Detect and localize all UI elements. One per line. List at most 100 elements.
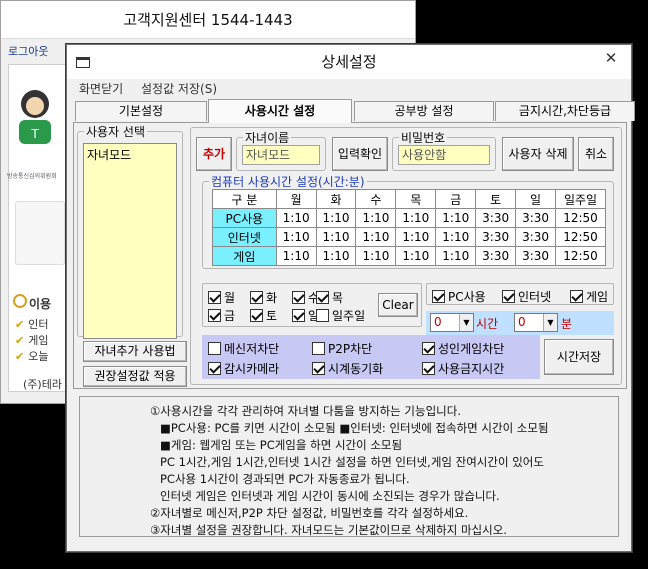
table-cell[interactable]: 12:50 [555,208,606,228]
checkbox[interactable] [432,290,445,303]
table-cell[interactable]: 3:30 [515,208,557,228]
day-checkbox-tue[interactable]: 화 [250,289,277,306]
tab-usage-time[interactable]: 사용시간 설정 [208,99,352,123]
checkbox[interactable] [316,291,329,304]
checkbox[interactable] [570,290,583,303]
category-checkbox-pc[interactable]: PC사용 [432,288,486,305]
checkbox[interactable] [422,342,435,355]
save-time-button[interactable]: 시간저장 [544,339,614,375]
day-checkbox-sun[interactable]: 일 [292,307,319,324]
day-checkbox-thu[interactable]: 목 [316,289,343,306]
table-cell[interactable]: 1:10 [395,246,437,266]
chevron-down-icon[interactable]: ▼ [543,314,557,331]
list-item: ✔ 게임 [15,334,49,347]
table-cell[interactable]: 1:10 [315,246,357,266]
apply-recommended-button[interactable]: 권장설정값 적용 [83,366,187,387]
table-cell[interactable]: 1:10 [315,227,357,247]
cancel-button[interactable]: 취소 [578,137,614,171]
table-row: 게임 1:10 1:10 1:10 1:10 1:10 3:30 3:30 12… [212,246,606,266]
table-cell[interactable]: 1:10 [435,208,477,228]
note-line: ■게임: 웹게임 또는 PC게임을 하면 시간이 소모됨 [160,438,403,452]
menu-close-screen[interactable]: 화면닫기 [79,82,123,96]
adult-game-block-checkbox[interactable]: 성인게임차단 [422,340,504,357]
table-cell[interactable]: 3:30 [515,227,557,247]
category-checkbox-game[interactable]: 게임 [570,288,608,305]
table-cell[interactable]: 1:10 [355,227,397,247]
table-header: 구 분 [212,189,277,209]
checkbox[interactable] [292,309,305,322]
hours-select[interactable]: 0 ▼ [430,313,474,332]
camera-checkbox[interactable]: 감시카메라 [208,360,279,377]
table-cell[interactable]: 1:10 [275,227,317,247]
tab-forbidden-time[interactable]: 금지시간,차단등급 [495,101,635,121]
day-checkbox-week[interactable]: 일주일 [316,307,365,324]
checkbox[interactable] [250,309,263,322]
table-cell[interactable]: 1:10 [355,208,397,228]
menu-save-settings[interactable]: 설정값 저장(S) [141,82,217,96]
table-cell[interactable]: 1:10 [395,227,437,247]
table-cell[interactable]: 3:30 [515,246,557,266]
clock-icon [13,294,27,308]
minutes-select[interactable]: 0 ▼ [514,313,558,332]
checkbox[interactable] [208,342,221,355]
svg-text:T: T [30,127,39,141]
chevron-down-icon[interactable]: ▼ [459,314,473,331]
forbidden-time-checkbox[interactable]: 사용금지시간 [422,360,504,377]
logout-link[interactable]: 로그아웃 [8,41,68,63]
user-listbox[interactable]: 자녀모드 [83,143,177,339]
row-label-game: 게임 [212,246,277,266]
table-cell[interactable]: 1:10 [435,246,477,266]
table-cell[interactable]: 1:10 [395,208,437,228]
checkbox[interactable] [422,362,435,375]
table-header: 월 [275,189,317,209]
checkbox[interactable] [502,290,515,303]
checkbox[interactable] [312,362,325,375]
checkbox[interactable] [292,291,305,304]
table-cell[interactable]: 3:30 [475,227,517,247]
checkbox[interactable] [316,309,329,322]
list-item[interactable]: 자녀모드 [87,146,173,163]
messenger-block-checkbox[interactable]: 메신저차단 [208,340,279,357]
category-checkbox-internet[interactable]: 인터넷 [502,288,551,305]
clock-sync-checkbox[interactable]: 시계동기화 [312,360,383,377]
table-cell[interactable]: 1:10 [275,208,317,228]
day-checkbox-mon[interactable]: 월 [208,289,235,306]
table-cell[interactable]: 1:10 [315,208,357,228]
table-cell[interactable]: 12:50 [555,246,606,266]
checkbox[interactable] [208,291,221,304]
clear-button[interactable]: Clear [378,293,418,317]
note-line: ①사용시간을 각각 관리하여 자녀별 다툼을 방지하는 기능입니다. [150,404,461,418]
day-checkbox-fri[interactable]: 금 [208,307,235,324]
table-cell[interactable]: 3:30 [475,208,517,228]
table-cell[interactable]: 1:10 [275,246,317,266]
table-header: 화 [315,189,357,209]
add-child-help-button[interactable]: 자녀추가 사용법 [83,341,187,362]
table-cell[interactable]: 12:50 [555,227,606,247]
tab-study-room[interactable]: 공부방 설정 [354,101,494,121]
delete-user-button[interactable]: 사용자 삭제 [502,137,574,171]
back-section-title: 이용 [29,297,52,311]
table-cell[interactable]: 1:10 [435,227,477,247]
password-field[interactable]: 사용안함 [398,145,490,165]
checkbox[interactable] [250,291,263,304]
checkbox[interactable] [208,362,221,375]
tab-basic-settings[interactable]: 기본설정 [75,101,207,121]
table-cell[interactable]: 1:10 [355,246,397,266]
usage-time-legend: 컴퓨터 사용시간 설정(시간:분) [211,175,365,189]
confirm-input-button[interactable]: 입력확인 [332,137,388,171]
back-list: ✔ 인터 ✔ 게임 ✔ 오늘 [15,317,48,365]
p2p-block-checkbox[interactable]: P2P차단 [312,340,372,357]
table-header: 일 [515,189,557,209]
close-button[interactable]: ✕ [591,45,631,71]
day-checkbox-wed[interactable]: 수 [292,289,319,306]
table-cell[interactable]: 3:30 [475,246,517,266]
day-checkbox-sat[interactable]: 토 [250,307,277,324]
add-user-button[interactable]: 추가 [196,137,232,171]
mascot-logo-icon: T [19,90,51,144]
dialog-titlebar[interactable]: 상세설정 ✕ [67,45,631,79]
checkbox[interactable] [312,342,325,355]
child-name-field[interactable]: 자녀모드 [242,145,320,165]
settings-dialog: 상세설정 ✕ 화면닫기 설정값 저장(S) 기본설정 사용시간 설정 공부방 설… [66,44,635,552]
note-line: ③자녀별 설정을 권장합니다. 자녀모드는 기본값이므로 삭제하지 마십시오. [150,523,507,537]
checkbox[interactable] [208,309,221,322]
